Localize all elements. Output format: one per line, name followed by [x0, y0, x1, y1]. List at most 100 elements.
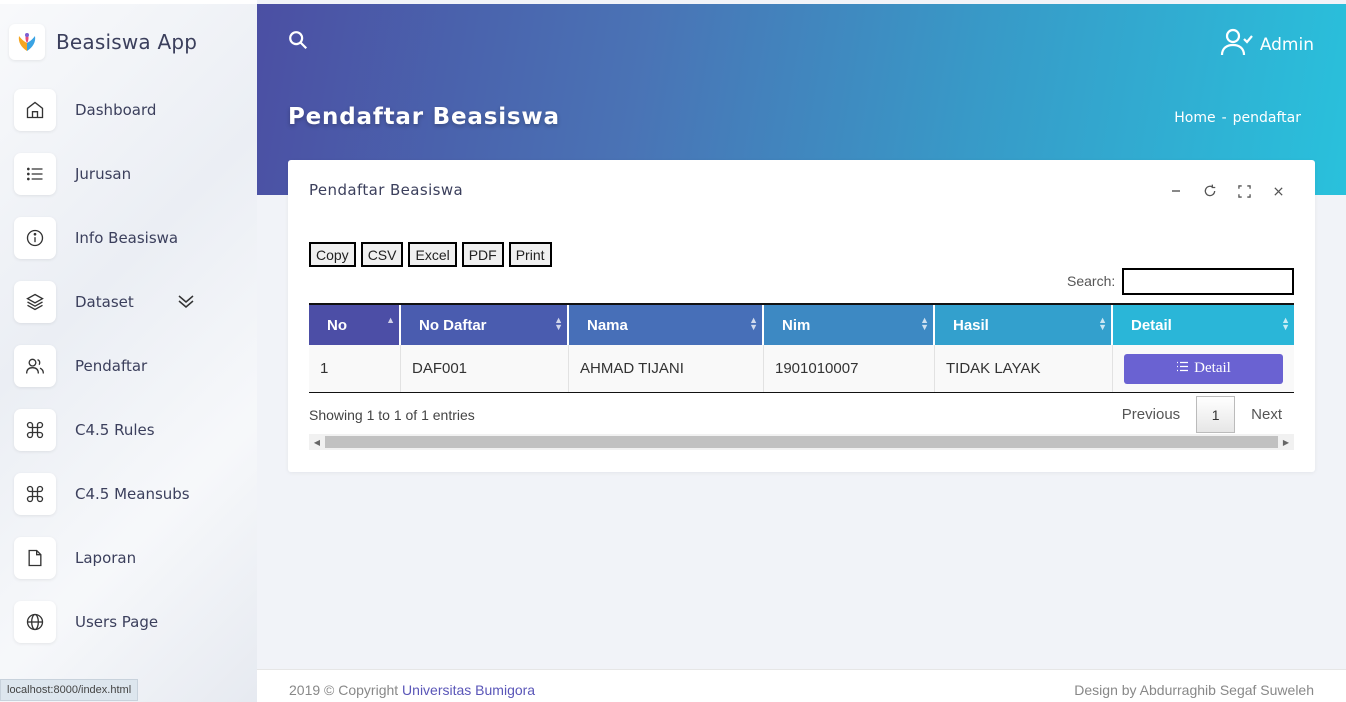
footer-credit: Design by Abdurraghib Segaf Suweleh	[1074, 682, 1314, 698]
cell-detail: Detail	[1113, 345, 1294, 392]
export-buttons: Copy CSV Excel PDF Print	[309, 242, 552, 267]
column-header-detail[interactable]: Detail ▲ ▼	[1113, 305, 1294, 345]
sidebar-item-label: C4.5 Rules	[75, 421, 155, 439]
search-label: Search:	[1067, 273, 1116, 289]
footer-copyright-text: 2019 © Copyright	[289, 682, 399, 698]
sidebar-item-c45-rules[interactable]: C4.5 Rules	[14, 409, 155, 451]
table-info: Showing 1 to 1 of 1 entries	[309, 407, 475, 423]
page-title: Pendaftar Beasiswa	[288, 104, 560, 130]
column-header-label: No Daftar	[419, 316, 487, 334]
breadcrumb-home-link[interactable]: Home	[1174, 110, 1215, 126]
column-header-nama[interactable]: Nama ▲ ▼	[569, 305, 764, 345]
pdf-button[interactable]: PDF	[461, 242, 504, 267]
column-header-no[interactable]: No ▲	[309, 305, 401, 345]
scrollbar-thumb[interactable]	[325, 436, 1278, 448]
sidebar-item-label: Pendaftar	[75, 357, 148, 375]
table-row: 1 DAF001 AHMAD TIJANI 1901010007 TIDAK L…	[309, 345, 1294, 393]
cell-hasil: TIDAK LAYAK	[935, 345, 1113, 392]
excel-button[interactable]: Excel	[408, 242, 457, 267]
sidebar-item-pendaftar[interactable]: Pendaftar	[14, 345, 147, 387]
breadcrumb-separator: -	[1221, 110, 1227, 126]
search-icon[interactable]	[287, 29, 311, 53]
user-menu[interactable]: Admin	[1220, 27, 1314, 62]
previous-page-button[interactable]: Previous	[1111, 406, 1191, 423]
column-header-label: Nim	[782, 316, 811, 334]
horizontal-scrollbar[interactable]: ◀ ▶	[309, 434, 1294, 450]
print-button[interactable]: Print	[508, 242, 552, 267]
page-button-current[interactable]: 1	[1196, 396, 1236, 433]
command-icon	[14, 409, 56, 451]
column-header-no-daftar[interactable]: No Daftar ▲ ▼	[401, 305, 569, 345]
card-title: Pendaftar Beasiswa	[309, 181, 464, 199]
fullscreen-icon[interactable]	[1235, 182, 1253, 200]
sidebar-item-dashboard[interactable]: Dashboard	[14, 89, 156, 131]
copy-button[interactable]: Copy	[309, 242, 356, 267]
column-header-label: Hasil	[953, 316, 989, 334]
sort-asc-icon: ▲	[386, 315, 395, 325]
footer-university-link[interactable]: Universitas Bumigora	[402, 682, 535, 698]
sidebar-item-label: Jurusan	[75, 165, 132, 183]
sort-icon: ▲ ▼	[554, 315, 563, 332]
file-icon	[14, 537, 56, 579]
breadcrumb-current: pendaftar	[1232, 110, 1301, 126]
footer-copyright: 2019 © Copyright Universitas Bumigora	[289, 682, 535, 698]
column-header-label: Detail	[1131, 316, 1172, 334]
command-icon	[14, 473, 56, 515]
app-title: Beasiswa App	[56, 30, 198, 54]
app-logo-icon	[9, 24, 45, 60]
table-search-input[interactable]	[1122, 268, 1294, 295]
cell-no-daftar: DAF001	[401, 345, 569, 392]
users-icon	[14, 345, 56, 387]
sidebar-item-label: C4.5 Meansubs	[75, 485, 190, 503]
list-icon	[14, 153, 56, 195]
status-bar-url: localhost:8000/index.html	[0, 679, 139, 701]
pagination: Previous 1 Next	[1111, 396, 1293, 433]
user-name: Admin	[1259, 34, 1314, 55]
column-header-label: Nama	[587, 316, 628, 334]
cell-nim: 1901010007	[764, 345, 935, 392]
sidebar-item-c45-meansubs[interactable]: C4.5 Meansubs	[14, 473, 190, 515]
sidebar-item-jurusan[interactable]: Jurusan	[14, 153, 131, 195]
sidebar-item-label: Dataset	[75, 293, 134, 311]
breadcrumb: Home - pendaftar	[1174, 110, 1301, 126]
sidebar-item-label: Info Beasiswa	[75, 229, 179, 247]
scroll-right-icon[interactable]: ▶	[1278, 434, 1294, 450]
column-header-label: No	[327, 316, 347, 334]
refresh-icon[interactable]	[1201, 182, 1219, 200]
sidebar-item-info-beasiswa[interactable]: Info Beasiswa	[14, 217, 178, 259]
user-check-icon	[1220, 27, 1254, 62]
detail-button-label: Detail	[1194, 360, 1231, 376]
detail-button[interactable]: Detail	[1124, 353, 1283, 384]
pendaftar-card: Pendaftar Beasiswa Copy CSV Excel PDF Pr…	[288, 160, 1315, 472]
sort-icon: ▲ ▼	[1098, 315, 1107, 332]
sort-icon: ▲ ▼	[749, 315, 758, 332]
sidebar-item-label: Dashboard	[75, 101, 157, 119]
pendaftar-table: No ▲ No Daftar ▲ ▼ Nama ▲ ▼ Nim ▲ ▼ Hasil ▲…	[309, 303, 1294, 393]
brand[interactable]: Beasiswa App	[9, 24, 197, 60]
sidebar: Beasiswa App Dashboard Jurusan Info Beas…	[0, 0, 257, 702]
next-page-button[interactable]: Next	[1240, 406, 1293, 423]
close-icon[interactable]	[1269, 182, 1287, 200]
sidebar-item-label: Laporan	[75, 549, 137, 567]
sidebar-item-laporan[interactable]: Laporan	[14, 537, 136, 579]
sidebar-item-dataset[interactable]: Dataset	[14, 281, 204, 323]
chevron-down-icon[interactable]	[177, 293, 195, 314]
sidebar-item-label: Users Page	[75, 613, 159, 631]
list-icon	[1176, 360, 1189, 377]
home-icon	[14, 89, 56, 131]
layers-icon	[14, 281, 56, 323]
csv-button[interactable]: CSV	[360, 242, 404, 267]
sort-icon: ▲ ▼	[1281, 315, 1290, 332]
table-header: No ▲ No Daftar ▲ ▼ Nama ▲ ▼ Nim ▲ ▼ Hasil ▲…	[309, 303, 1294, 345]
cell-nama: AHMAD TIJANI	[569, 345, 764, 392]
footer: 2019 © Copyright Universitas Bumigora De…	[257, 669, 1346, 702]
sort-icon: ▲ ▼	[920, 315, 929, 332]
sidebar-item-users-page[interactable]: Users Page	[14, 601, 158, 643]
scroll-left-icon[interactable]: ◀	[309, 434, 325, 450]
minimize-icon[interactable]	[1167, 182, 1185, 200]
globe-icon	[14, 601, 56, 643]
column-header-nim[interactable]: Nim ▲ ▼	[764, 305, 935, 345]
card-tools	[1167, 182, 1287, 200]
column-header-hasil[interactable]: Hasil ▲ ▼	[935, 305, 1113, 345]
info-icon	[14, 217, 56, 259]
